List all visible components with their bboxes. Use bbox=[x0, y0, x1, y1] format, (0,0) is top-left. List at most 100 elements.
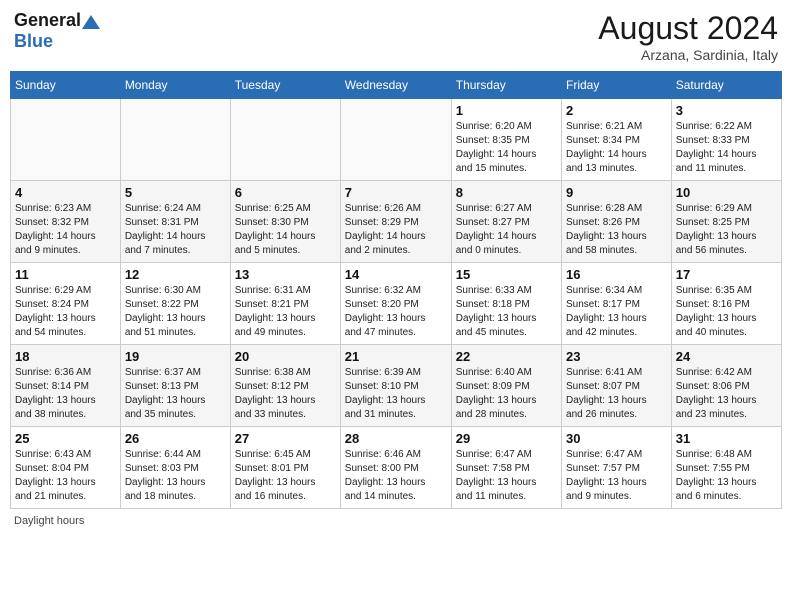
day-info: Sunrise: 6:35 AM Sunset: 8:16 PM Dayligh… bbox=[676, 284, 777, 340]
calendar-cell: 11Sunrise: 6:29 AM Sunset: 8:24 PM Dayli… bbox=[11, 263, 121, 345]
day-number: 17 bbox=[676, 267, 777, 282]
day-info: Sunrise: 6:20 AM Sunset: 8:35 PM Dayligh… bbox=[456, 120, 557, 176]
day-info: Sunrise: 6:45 AM Sunset: 8:01 PM Dayligh… bbox=[235, 448, 336, 504]
day-number: 19 bbox=[125, 349, 226, 364]
day-info: Sunrise: 6:37 AM Sunset: 8:13 PM Dayligh… bbox=[125, 366, 226, 422]
calendar-cell: 15 Sunrise: 6:33 AM Sunset: 8:18 PM Dayli… bbox=[451, 263, 561, 345]
logo-icon bbox=[82, 15, 100, 29]
day-number: 29 bbox=[456, 431, 557, 446]
day-number: 31 bbox=[676, 431, 777, 446]
calendar-cell: 26 Sunrise: 6:44 AM Sunset: 8:03 PM Dayli… bbox=[120, 427, 230, 509]
day-number: 8 bbox=[456, 185, 557, 200]
day-number: 18 bbox=[15, 349, 116, 364]
day-number: 6 bbox=[235, 185, 336, 200]
day-number: 28 bbox=[345, 431, 447, 446]
day-info: Sunrise: 6:47 AM Sunset: 7:57 PM Dayligh… bbox=[566, 448, 667, 504]
day-number: 14 bbox=[345, 267, 447, 282]
calendar-cell: 27 Sunrise: 6:45 AM Sunset: 8:01 PM Dayli… bbox=[230, 427, 340, 509]
calendar-cell: 9Sunrise: 6:28 AM Sunset: 8:26 PM Daylig… bbox=[562, 181, 672, 263]
logo-general: General bbox=[14, 10, 81, 30]
week-row-2: 4 Sunrise: 6:23 AM Sunset: 8:32 PM Daylig… bbox=[11, 181, 782, 263]
page-header: General Blue August 2024 Arzana, Sardini… bbox=[10, 10, 782, 63]
day-number: 24 bbox=[676, 349, 777, 364]
calendar-cell: 19 Sunrise: 6:37 AM Sunset: 8:13 PM Dayli… bbox=[120, 345, 230, 427]
day-info: Sunrise: 6:31 AM Sunset: 8:21 PM Dayligh… bbox=[235, 284, 336, 340]
day-info: Sunrise: 6:43 AM Sunset: 8:04 PM Dayligh… bbox=[15, 448, 116, 504]
day-number: 22 bbox=[456, 349, 557, 364]
day-info: Sunrise: 6:34 AM Sunset: 8:17 PM Dayligh… bbox=[566, 284, 667, 340]
day-number: 23 bbox=[566, 349, 667, 364]
day-info: Sunrise: 6:44 AM Sunset: 8:03 PM Dayligh… bbox=[125, 448, 226, 504]
day-info: Sunrise: 6:27 AM Sunset: 8:27 PM Dayligh… bbox=[456, 202, 557, 258]
calendar-cell: 14Sunrise: 6:32 AM Sunset: 8:20 PM Dayli… bbox=[340, 263, 451, 345]
calendar-cell: 25 Sunrise: 6:43 AM Sunset: 8:04 PM Dayli… bbox=[11, 427, 121, 509]
calendar-header-row: SundayMondayTuesdayWednesdayThursdayFrid… bbox=[11, 72, 782, 99]
week-row-1: 1 Sunrise: 6:20 AM Sunset: 8:35 PM Daylig… bbox=[11, 99, 782, 181]
day-number: 4 bbox=[15, 185, 116, 200]
calendar-cell bbox=[11, 99, 121, 181]
day-info: Sunrise: 6:24 AM Sunset: 8:31 PM Dayligh… bbox=[125, 202, 226, 258]
day-info: Sunrise: 6:47 AM Sunset: 7:58 PM Dayligh… bbox=[456, 448, 557, 504]
logo: General Blue bbox=[14, 10, 101, 52]
day-number: 27 bbox=[235, 431, 336, 446]
calendar-cell: 16 Sunrise: 6:34 AM Sunset: 8:17 PM Dayli… bbox=[562, 263, 672, 345]
month-year: August 2024 bbox=[598, 10, 778, 47]
calendar-cell: 8 Sunrise: 6:27 AM Sunset: 8:27 PM Daylig… bbox=[451, 181, 561, 263]
day-info: Sunrise: 6:23 AM Sunset: 8:32 PM Dayligh… bbox=[15, 202, 116, 258]
calendar-cell: 31 Sunrise: 6:48 AM Sunset: 7:55 PM Dayli… bbox=[671, 427, 781, 509]
day-number: 16 bbox=[566, 267, 667, 282]
week-row-4: 18 Sunrise: 6:36 AM Sunset: 8:14 PM Dayli… bbox=[11, 345, 782, 427]
day-info: Sunrise: 6:36 AM Sunset: 8:14 PM Dayligh… bbox=[15, 366, 116, 422]
calendar-cell: 20Sunrise: 6:38 AM Sunset: 8:12 PM Dayli… bbox=[230, 345, 340, 427]
day-number: 26 bbox=[125, 431, 226, 446]
calendar-cell: 17 Sunrise: 6:35 AM Sunset: 8:16 PM Dayli… bbox=[671, 263, 781, 345]
day-number: 10 bbox=[676, 185, 777, 200]
day-info: Sunrise: 6:40 AM Sunset: 8:09 PM Dayligh… bbox=[456, 366, 557, 422]
calendar-cell: 24Sunrise: 6:42 AM Sunset: 8:06 PM Dayli… bbox=[671, 345, 781, 427]
day-number: 12 bbox=[125, 267, 226, 282]
logo-blue: Blue bbox=[14, 31, 53, 51]
day-info: Sunrise: 6:22 AM Sunset: 8:33 PM Dayligh… bbox=[676, 120, 777, 176]
calendar-cell: 2 Sunrise: 6:21 AM Sunset: 8:34 PM Daylig… bbox=[562, 99, 672, 181]
week-row-3: 11Sunrise: 6:29 AM Sunset: 8:24 PM Dayli… bbox=[11, 263, 782, 345]
calendar-cell: 12 Sunrise: 6:30 AM Sunset: 8:22 PM Dayli… bbox=[120, 263, 230, 345]
day-of-week-saturday: Saturday bbox=[671, 72, 781, 99]
day-of-week-sunday: Sunday bbox=[11, 72, 121, 99]
calendar-cell: 10 Sunrise: 6:29 AM Sunset: 8:25 PM Dayli… bbox=[671, 181, 781, 263]
day-of-week-tuesday: Tuesday bbox=[230, 72, 340, 99]
day-info: Sunrise: 6:21 AM Sunset: 8:34 PM Dayligh… bbox=[566, 120, 667, 176]
day-number: 25 bbox=[15, 431, 116, 446]
calendar-cell: 7Sunrise: 6:26 AM Sunset: 8:29 PM Daylig… bbox=[340, 181, 451, 263]
day-info: Sunrise: 6:38 AM Sunset: 8:12 PM Dayligh… bbox=[235, 366, 336, 422]
calendar-cell: 18 Sunrise: 6:36 AM Sunset: 8:14 PM Dayli… bbox=[11, 345, 121, 427]
day-number: 3 bbox=[676, 103, 777, 118]
day-number: 15 bbox=[456, 267, 557, 282]
day-of-week-friday: Friday bbox=[562, 72, 672, 99]
day-of-week-wednesday: Wednesday bbox=[340, 72, 451, 99]
day-info: Sunrise: 6:25 AM Sunset: 8:30 PM Dayligh… bbox=[235, 202, 336, 258]
week-row-5: 25 Sunrise: 6:43 AM Sunset: 8:04 PM Dayli… bbox=[11, 427, 782, 509]
day-of-week-monday: Monday bbox=[120, 72, 230, 99]
calendar-cell: 5 Sunrise: 6:24 AM Sunset: 8:31 PM Daylig… bbox=[120, 181, 230, 263]
calendar-cell: 1 Sunrise: 6:20 AM Sunset: 8:35 PM Daylig… bbox=[451, 99, 561, 181]
day-info: Sunrise: 6:33 AM Sunset: 8:18 PM Dayligh… bbox=[456, 284, 557, 340]
day-info: Sunrise: 6:48 AM Sunset: 7:55 PM Dayligh… bbox=[676, 448, 777, 504]
day-info: Sunrise: 6:30 AM Sunset: 8:22 PM Dayligh… bbox=[125, 284, 226, 340]
calendar-cell: 29 Sunrise: 6:47 AM Sunset: 7:58 PM Dayli… bbox=[451, 427, 561, 509]
location: Arzana, Sardinia, Italy bbox=[598, 47, 778, 63]
day-number: 5 bbox=[125, 185, 226, 200]
calendar-cell: 28Sunrise: 6:46 AM Sunset: 8:00 PM Dayli… bbox=[340, 427, 451, 509]
day-number: 13 bbox=[235, 267, 336, 282]
day-info: Sunrise: 6:28 AM Sunset: 8:26 PM Dayligh… bbox=[566, 202, 667, 258]
day-info: Sunrise: 6:29 AM Sunset: 8:25 PM Dayligh… bbox=[676, 202, 777, 258]
calendar-cell: 22 Sunrise: 6:40 AM Sunset: 8:09 PM Dayli… bbox=[451, 345, 561, 427]
calendar-cell: 30Sunrise: 6:47 AM Sunset: 7:57 PM Dayli… bbox=[562, 427, 672, 509]
day-number: 21 bbox=[345, 349, 447, 364]
calendar-cell: 3 Sunrise: 6:22 AM Sunset: 8:33 PM Daylig… bbox=[671, 99, 781, 181]
day-of-week-thursday: Thursday bbox=[451, 72, 561, 99]
title-section: August 2024 Arzana, Sardinia, Italy bbox=[598, 10, 778, 63]
calendar-cell: 23Sunrise: 6:41 AM Sunset: 8:07 PM Dayli… bbox=[562, 345, 672, 427]
day-info: Sunrise: 6:29 AM Sunset: 8:24 PM Dayligh… bbox=[15, 284, 116, 340]
day-number: 1 bbox=[456, 103, 557, 118]
day-number: 2 bbox=[566, 103, 667, 118]
